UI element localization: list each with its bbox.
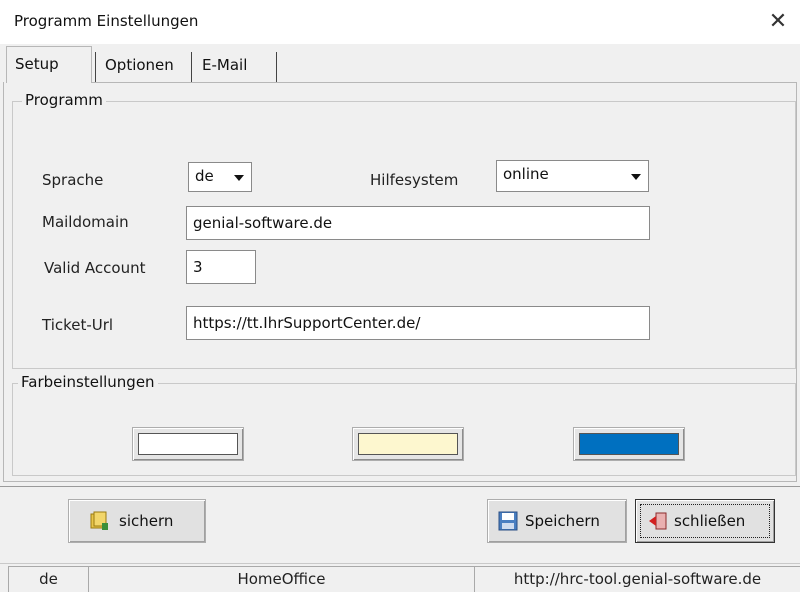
color-swatch-blue — [579, 433, 679, 455]
sichern-label: sichern — [119, 512, 174, 530]
maildomain-field[interactable] — [186, 206, 650, 240]
sprache-select[interactable]: de — [188, 162, 252, 192]
hilfesystem-select[interactable]: online — [496, 160, 649, 192]
color-swatch-button-blue[interactable] — [573, 427, 685, 461]
tab-setup[interactable]: Setup — [6, 46, 92, 83]
color-swatch-white — [138, 433, 238, 455]
window-title: Programm Einstellungen — [14, 12, 199, 30]
ticket-url-label: Ticket-Url — [42, 316, 114, 334]
close-icon[interactable]: ✕ — [762, 6, 794, 38]
valid-account-field[interactable] — [186, 250, 256, 284]
tab-separator — [276, 52, 277, 82]
farben-group-legend: Farbeinstellungen — [18, 373, 158, 391]
sprache-label: Sprache — [42, 171, 104, 189]
color-swatch-button-cream[interactable] — [352, 427, 464, 461]
color-swatch-cream — [358, 433, 458, 455]
ticket-url-field[interactable] — [186, 306, 650, 340]
sprache-value: de — [195, 167, 214, 185]
tab-separator — [191, 52, 192, 82]
status-url: http://hrc-tool.genial-software.de — [474, 566, 800, 592]
schliessen-button[interactable]: schließen — [635, 499, 775, 543]
valid-account-label: Valid Account — [44, 259, 146, 277]
chevron-down-icon[interactable] — [230, 166, 248, 188]
tab-optionen[interactable]: Optionen — [97, 50, 182, 82]
status-language: de — [8, 566, 88, 592]
sichern-icon — [90, 511, 108, 530]
floppy-disk-icon — [498, 511, 518, 531]
speichern-label: Speichern — [525, 512, 600, 530]
schliessen-label: schließen — [674, 512, 746, 530]
programm-group-legend: Programm — [22, 91, 106, 109]
tab-email[interactable]: E-Mail — [194, 50, 255, 82]
speichern-button[interactable]: Speichern — [487, 499, 627, 543]
chevron-down-icon[interactable] — [627, 165, 645, 187]
tab-separator — [95, 52, 96, 82]
sichern-button[interactable]: sichern — [68, 499, 206, 543]
maildomain-label: Maildomain — [42, 213, 129, 231]
exit-door-icon — [649, 512, 667, 530]
hilfesystem-label: Hilfesystem — [370, 171, 459, 189]
hilfesystem-value: online — [503, 165, 549, 183]
status-location: HomeOffice — [88, 566, 474, 592]
button-area-separator — [0, 486, 800, 487]
color-swatch-button-white[interactable] — [132, 427, 244, 461]
